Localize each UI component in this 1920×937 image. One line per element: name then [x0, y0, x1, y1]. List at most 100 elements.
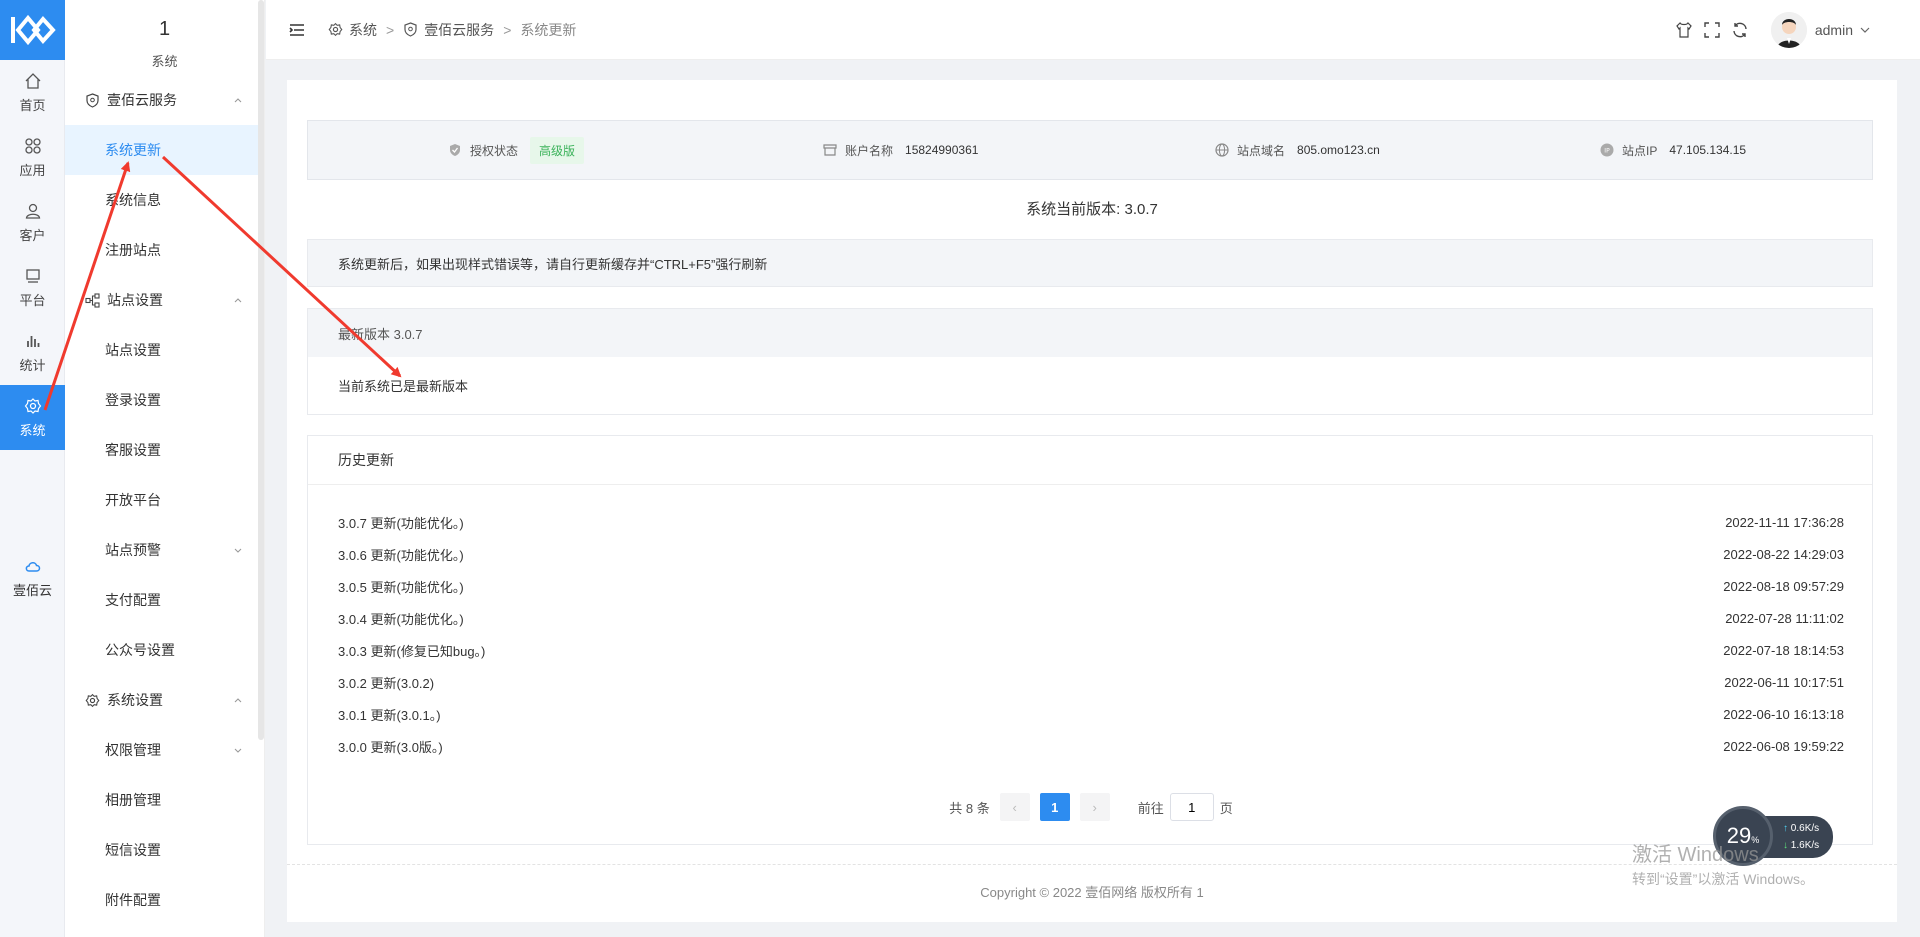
watermark-subtitle: 转到“设置”以激活 Windows。: [1632, 871, 1815, 887]
cloud-icon: [25, 561, 40, 572]
rail-label: 统计: [19, 357, 46, 373]
avatar-image: [1770, 12, 1807, 48]
menu-item-service-settings[interactable]: 客服设置: [65, 425, 264, 475]
stats-icon: [26, 335, 39, 347]
gear-icon: [328, 22, 343, 37]
update-desc: 3.0.6 更新(功能优化。): [338, 547, 464, 563]
menu-group-cloud-service[interactable]: 壹佰云服务: [65, 75, 264, 125]
goto-page-input[interactable]: [1169, 793, 1214, 821]
history-panel: 历史更新 3.0.7 更新(功能优化。) 2022-11-11 17:36:28 …: [307, 435, 1873, 845]
update-time: 2022-07-18 18:14:53: [1723, 642, 1844, 658]
chevron-down-icon[interactable]: [1860, 25, 1870, 35]
menu-group-site-settings[interactable]: 站点设置: [65, 275, 264, 325]
menu-group-label: 壹佰云服务: [107, 92, 177, 108]
shield-icon: [404, 22, 417, 37]
site-ip: IP 站点IP 47.105.134.15: [1600, 121, 1746, 179]
history-title: 历史更新: [308, 436, 1872, 485]
menu-item-sms[interactable]: 短信设置: [65, 825, 264, 875]
update-desc: 3.0.1 更新(3.0.1。): [338, 707, 441, 723]
user-icon: [25, 203, 40, 219]
rail-item-cloud[interactable]: 壹佰云: [0, 545, 65, 610]
list-item: 3.0.6 更新(功能优化。) 2022-08-22 14:29:03: [338, 538, 1844, 570]
site-info-bar: 授权状态 高级版 账户名称 15824990361 站点域名 805.omo12…: [307, 120, 1873, 180]
breadcrumb-root[interactable]: 系统: [349, 20, 377, 40]
menu-item-site-warning[interactable]: 站点预警: [65, 525, 264, 575]
menu-item-label: 公众号设置: [105, 642, 175, 658]
history-list: 3.0.7 更新(功能优化。) 2022-11-11 17:36:28 3.0.6…: [338, 506, 1844, 762]
main-content: 授权状态 高级版 账户名称 15824990361 站点域名 805.omo12…: [287, 80, 1897, 922]
menu-item-site-settings[interactable]: 站点设置: [65, 325, 264, 375]
app-logo[interactable]: [0, 0, 65, 60]
rail-item-home[interactable]: 首页: [0, 60, 65, 125]
breadcrumb-mid[interactable]: 壹佰云服务: [424, 20, 494, 40]
chevron-down-icon: [234, 548, 242, 553]
fullscreen-icon[interactable]: [1703, 21, 1721, 39]
rail-item-platform[interactable]: 平台: [0, 255, 65, 320]
rail-item-system[interactable]: 系统: [0, 385, 65, 450]
menu-item-payment[interactable]: 支付配置: [65, 575, 264, 625]
rail-label: 系统: [19, 422, 46, 438]
menu-item-open-platform[interactable]: 开放平台: [65, 475, 264, 525]
menu-group-system-settings[interactable]: 系统设置: [65, 675, 264, 725]
refresh-icon[interactable]: [1731, 21, 1749, 39]
page-number-current[interactable]: 1: [1039, 793, 1070, 821]
list-item: 3.0.2 更新(3.0.2) 2022-06-11 10:17:51: [338, 666, 1844, 698]
rail-label: 首页: [19, 97, 46, 113]
menu-item-label: 开放平台: [105, 492, 161, 508]
auth-status-label: 授权状态: [470, 143, 519, 158]
menu-item-permission[interactable]: 权限管理: [65, 725, 264, 775]
menu-item-label: 注册站点: [105, 242, 161, 258]
chevron-up-icon: [234, 98, 242, 103]
menu-item-system-update[interactable]: 系统更新: [65, 125, 264, 175]
update-time: 2022-08-22 14:29:03: [1723, 546, 1844, 562]
menu-item-register-site[interactable]: 注册站点: [65, 225, 264, 275]
update-desc: 3.0.7 更新(功能优化。): [338, 515, 464, 531]
theme-icon[interactable]: [1675, 21, 1693, 39]
latest-version-header: 最新版本 3.0.7: [308, 309, 1872, 357]
chevron-down-icon: [234, 748, 242, 753]
rail-item-stats[interactable]: 统计: [0, 320, 65, 385]
prev-page-button[interactable]: ‹: [999, 793, 1030, 821]
globe-icon: [1215, 143, 1229, 157]
menu-toggle-icon[interactable]: [288, 21, 306, 39]
status-badge: 高级版: [530, 136, 585, 164]
avatar[interactable]: [1770, 12, 1807, 48]
apps-icon: [24, 137, 41, 154]
menu-item-system-info[interactable]: 系统信息: [65, 175, 264, 225]
list-item: 3.0.1 更新(3.0.1。) 2022-06-10 16:13:18: [338, 698, 1844, 730]
pagination-total: 共 8 条: [949, 800, 990, 816]
latest-version-panel: 最新版本 3.0.7 当前系统已是最新版本: [307, 308, 1873, 415]
rail-label: 客户: [19, 227, 46, 243]
rail-item-apps[interactable]: 应用: [0, 125, 65, 190]
page-suffix: 页: [1219, 800, 1233, 816]
top-bar: 系统 > 壹佰云服务 > 系统更新 admin: [266, 0, 1920, 60]
update-desc: 3.0.3 更新(修复已知bug。): [338, 643, 486, 659]
windows-watermark: 激活 Windows 转到“设置”以激活 Windows。: [1632, 838, 1814, 889]
rail-label: 应用: [19, 162, 46, 178]
rail-label: 壹佰云: [12, 582, 52, 598]
menu-item-label: 附件配置: [105, 892, 161, 908]
update-time: 2022-06-08 19:59:22: [1723, 738, 1844, 754]
account-name: 账户名称 15824990361: [823, 121, 978, 179]
username[interactable]: admin: [1815, 22, 1853, 38]
site-ip-value: 47.105.134.15: [1669, 143, 1747, 157]
rail-item-customers[interactable]: 客户: [0, 190, 65, 255]
menu-item-login-settings[interactable]: 登录设置: [65, 375, 264, 425]
upload-arrow-icon: ↑: [1783, 823, 1788, 834]
menu-header: 1 系统: [65, 0, 264, 75]
menu-item-label: 相册管理: [105, 792, 161, 808]
menu-item-label: 站点设置: [105, 342, 161, 358]
next-page-button[interactable]: ›: [1079, 793, 1110, 821]
account-name-label: 账户名称: [845, 143, 894, 158]
menu-scrollbar[interactable]: [258, 0, 264, 740]
menu-item-album[interactable]: 相册管理: [65, 775, 264, 825]
chevron-up-icon: [234, 698, 242, 703]
breadcrumb-current: 系统更新: [520, 21, 577, 38]
menu-item-attachment[interactable]: 附件配置: [65, 875, 264, 925]
list-item: 3.0.0 更新(3.0版。) 2022-06-08 19:59:22: [338, 730, 1844, 762]
account-name-value: 15824990361: [905, 143, 979, 157]
menu-item-official-account[interactable]: 公众号设置: [65, 625, 264, 675]
cache-notice: 系统更新后，如果出现样式错误等，请自行更新缓存并“CTRL+F5”强行刷新: [307, 239, 1873, 287]
watermark-title: 激活 Windows: [1632, 844, 1759, 866]
breadcrumb-separator: >: [503, 21, 512, 38]
